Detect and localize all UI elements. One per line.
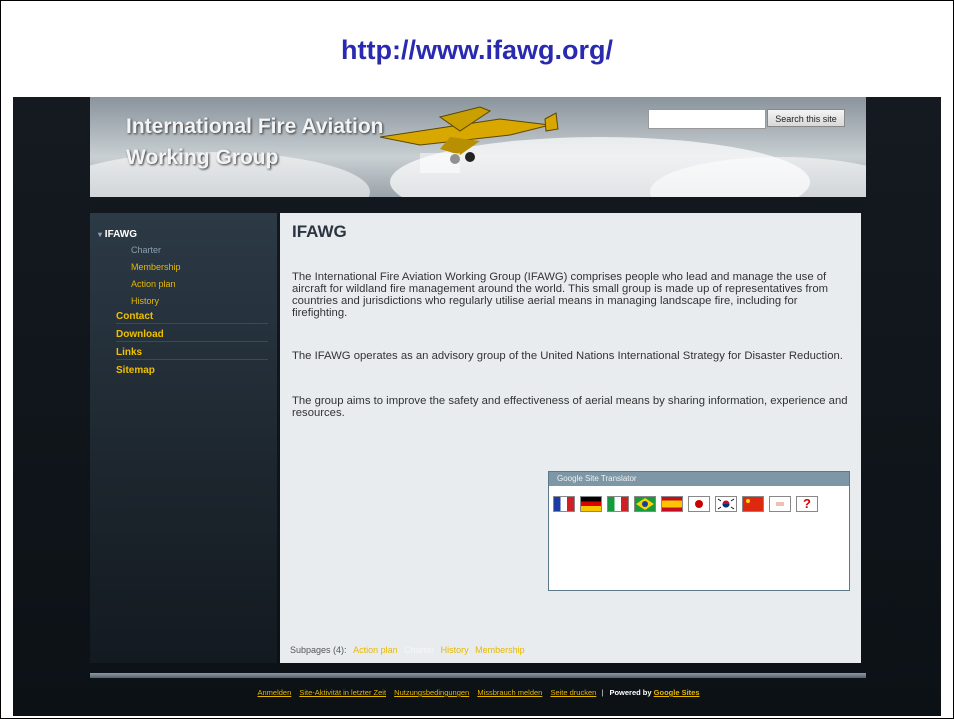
aims-paragraph: The group aims to improve the safety and…	[292, 395, 848, 419]
japan-flag-shape	[695, 500, 703, 508]
slide: http://www.ifawg.org/ International Fire…	[0, 0, 954, 719]
sidebar-item-charter[interactable]: Charter	[131, 245, 161, 255]
sidebar-item-contact[interactable]: Contact	[116, 311, 268, 324]
subpage-link-membership[interactable]: Membership	[475, 645, 525, 655]
brazil-flag-shape	[636, 498, 654, 510]
spanish-flag-icon[interactable]	[661, 496, 683, 512]
china-flag-icon[interactable]	[742, 496, 764, 512]
sidebar: ▾ IFAWG Charter Membership Action plan H…	[90, 213, 277, 663]
airplane-image	[379, 106, 559, 173]
sidebar-item-label: IFAWG	[104, 229, 138, 240]
site-name-line1: International Fire Aviation	[126, 115, 384, 138]
unknown-flag-icon[interactable]	[769, 496, 791, 512]
subpage-link-action-plan[interactable]: Action plan	[353, 645, 398, 655]
help-icon[interactable]: ?	[796, 496, 818, 512]
sidebar-item-links[interactable]: Links	[116, 347, 268, 360]
sidebar-item-download[interactable]: Download	[116, 329, 268, 342]
french-flag-icon[interactable]	[553, 496, 575, 512]
expand-arrow-icon: ▾	[98, 230, 103, 239]
search-input[interactable]	[648, 109, 766, 129]
italian-flag-icon[interactable]	[607, 496, 629, 512]
unknown-flag-shape	[776, 502, 784, 506]
footer-link-print-page[interactable]: Seite drucken	[550, 688, 596, 697]
slide-title: http://www.ifawg.org/	[341, 35, 613, 65]
subpage-link-charter[interactable]: Charter	[404, 645, 434, 655]
footer: Anmelden Site-Aktivität in letzter Zeit …	[13, 688, 941, 697]
advisory-paragraph: The IFAWG operates as an advisory group …	[292, 350, 843, 362]
main-content: IFAWG The International Fire Aviation Wo…	[280, 213, 861, 663]
korea-flag-shape	[717, 498, 735, 510]
sidebar-item-history[interactable]: History	[131, 296, 159, 306]
site-name-line2: Working Group	[126, 146, 279, 169]
translator-title: Google Site Translator	[549, 472, 849, 486]
subpages: Subpages (4): Action plan Charter Histor…	[290, 645, 525, 655]
google-site-translator: Google Site Translator ?	[548, 471, 850, 591]
china-flag-shape	[746, 499, 750, 503]
header-banner: International Fire Aviation Working Grou…	[90, 97, 866, 197]
subpage-link-history[interactable]: History	[441, 645, 469, 655]
footer-link-recent-activity[interactable]: Site-Aktivität in letzter Zeit	[299, 688, 386, 697]
footer-link-terms[interactable]: Nutzungsbedingungen	[394, 688, 469, 697]
google-sites-link[interactable]: Google Sites	[654, 688, 700, 697]
footer-link-report-abuse[interactable]: Missbrauch melden	[477, 688, 542, 697]
german-flag-icon[interactable]	[580, 496, 602, 512]
subpages-label: Subpages (4):	[290, 645, 347, 655]
search-button[interactable]: Search this site	[767, 109, 845, 127]
page-title: IFAWG	[292, 222, 347, 241]
japan-flag-icon[interactable]	[688, 496, 710, 512]
website-screenshot: International Fire Aviation Working Grou…	[13, 97, 941, 716]
powered-by-label: Powered by	[609, 688, 652, 697]
intro-paragraph: The International Fire Aviation Working …	[292, 271, 829, 319]
korea-flag-icon[interactable]	[715, 496, 737, 512]
footer-link-sign-in[interactable]: Anmelden	[257, 688, 291, 697]
brazil-flag-icon[interactable]	[634, 496, 656, 512]
sidebar-item-ifawg[interactable]: ▾ IFAWG	[98, 229, 137, 240]
sidebar-item-action-plan[interactable]: Action plan	[131, 279, 176, 289]
sidebar-item-sitemap[interactable]: Sitemap	[116, 365, 268, 377]
site-name[interactable]: International Fire Aviation Working Grou…	[126, 111, 383, 173]
footer-divider	[90, 673, 866, 678]
footer-separator: |	[601, 688, 604, 697]
sidebar-item-membership[interactable]: Membership	[131, 262, 181, 272]
